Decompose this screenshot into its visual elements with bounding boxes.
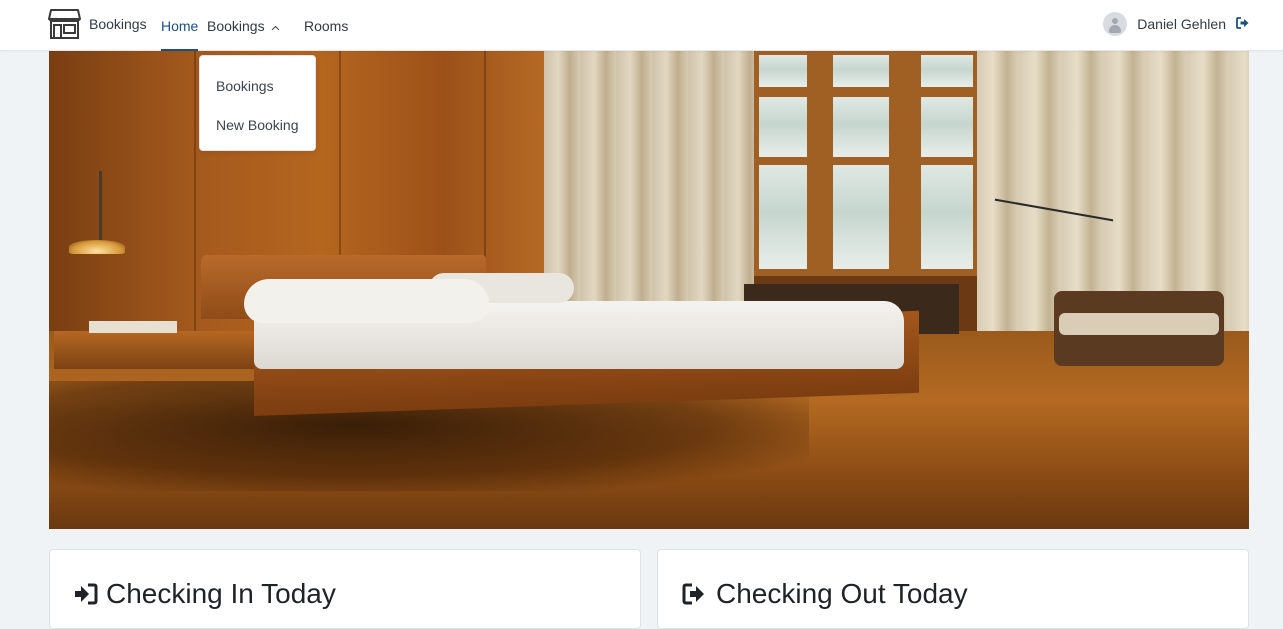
user-avatar-icon[interactable]	[1103, 12, 1128, 36]
checking-in-title: Checking In Today	[106, 578, 336, 609]
checking-out-heading: Checking Out Today	[682, 578, 968, 610]
dropdown-item-bookings[interactable]: Bookings	[200, 66, 315, 105]
chevron-up-icon	[271, 18, 280, 34]
user-name[interactable]: Daniel Gehlen	[1137, 16, 1226, 32]
nav-link-home[interactable]: Home	[161, 0, 199, 51]
nav-link-rooms[interactable]: Rooms	[304, 0, 348, 51]
nav-bookings-label: Bookings	[207, 17, 265, 34]
dropdown-item-new-booking[interactable]: New Booking	[200, 105, 315, 144]
checking-in-card: Checking In Today	[49, 549, 641, 629]
sign-out-icon	[682, 583, 708, 605]
checking-in-heading: Checking In Today	[74, 578, 336, 610]
brand-name: Bookings	[89, 16, 147, 32]
nav-dropdown-bookings[interactable]: Bookings	[207, 0, 280, 51]
user-menu: Daniel Gehlen	[1103, 12, 1249, 36]
checking-out-card: Checking Out Today	[657, 549, 1249, 629]
checking-out-title: Checking Out Today	[716, 578, 968, 609]
bookings-dropdown-menu: Bookings New Booking	[199, 55, 316, 151]
sign-in-icon	[74, 583, 98, 605]
store-icon	[48, 8, 81, 40]
sign-out-icon[interactable]	[1236, 16, 1249, 32]
brand-link[interactable]: Bookings	[48, 7, 147, 41]
top-navbar: Bookings Home Bookings Rooms Daniel Gehl…	[0, 0, 1283, 51]
